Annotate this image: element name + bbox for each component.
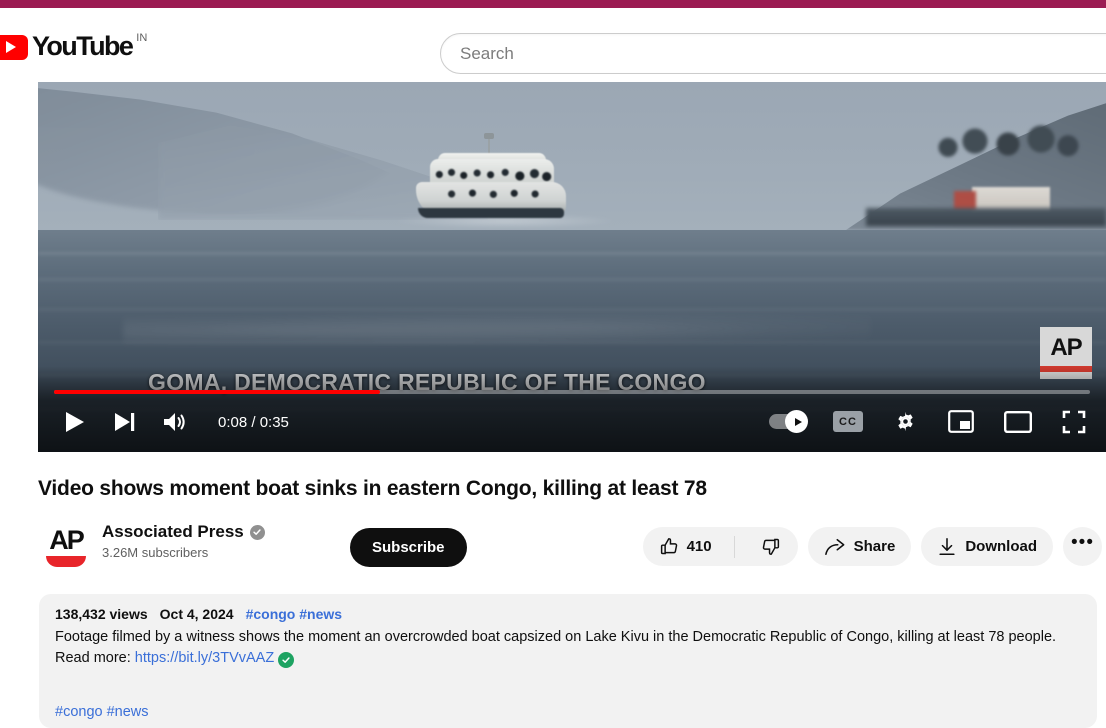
link-verified-icon — [278, 652, 295, 668]
verified-badge-icon — [249, 524, 265, 540]
view-count: 138,432 views — [55, 606, 148, 622]
masthead: YouTube IN — [0, 8, 1106, 78]
youtube-country-code: IN — [136, 32, 148, 44]
publish-date: Oct 4, 2024 — [159, 606, 234, 622]
video-trees-right — [930, 118, 1080, 160]
video-wave — [38, 341, 1106, 344]
search-input[interactable] — [460, 43, 1106, 64]
youtube-play-icon — [0, 35, 28, 60]
autoplay-toggle[interactable] — [769, 410, 808, 433]
thumbs-down-icon — [762, 538, 779, 555]
video-description-box[interactable]: 138,432 views Oct 4, 2024 #congo #news F… — [39, 594, 1097, 728]
description-line-1: Footage filmed by a witness shows the mo… — [55, 629, 894, 645]
share-icon — [824, 538, 845, 555]
description-body: Footage filmed by a witness shows the mo… — [55, 627, 1081, 669]
subscribe-button[interactable]: Subscribe — [350, 528, 467, 567]
channel-name[interactable]: Associated Press — [102, 522, 244, 542]
like-count: 410 — [686, 538, 712, 555]
captions-label: CC — [833, 411, 863, 432]
download-icon — [939, 537, 955, 555]
description-hashtags[interactable]: #congo #news — [55, 704, 149, 720]
video-boat — [410, 133, 582, 222]
time-display: 0:08 / 0:35 — [218, 413, 289, 431]
fullscreen-button[interactable] — [1062, 410, 1086, 434]
action-divider — [733, 535, 735, 558]
channel-avatar-text: AP — [49, 524, 84, 555]
boat-waterline — [418, 208, 564, 218]
captions-button[interactable]: CC — [833, 411, 863, 432]
description-meta: 138,432 views Oct 4, 2024 #congo #news — [55, 606, 1081, 622]
share-button[interactable]: Share — [807, 527, 912, 566]
progress-bar-played — [54, 390, 381, 394]
player-controls-left: 0:08 / 0:35 — [64, 410, 289, 434]
browser-accent-bar — [0, 0, 1106, 8]
youtube-logo[interactable]: YouTube IN — [0, 32, 147, 60]
owner-row: AP Associated Press 3.26M subscribers Su… — [38, 519, 1106, 575]
boat-passengers-lower — [440, 185, 556, 203]
channel-avatar-arc — [46, 555, 86, 567]
progress-bar[interactable] — [54, 390, 1090, 394]
play-button[interactable] — [64, 410, 86, 434]
settings-gear-icon[interactable] — [893, 409, 918, 434]
video-shore-right — [866, 208, 1106, 226]
download-button[interactable]: Download — [921, 527, 1053, 566]
youtube-logo-text: YouTube — [32, 31, 134, 61]
video-wave — [38, 278, 1106, 282]
like-button[interactable]: 410 — [643, 527, 726, 566]
thumbs-up-icon — [660, 538, 677, 555]
download-label: Download — [965, 538, 1037, 555]
channel-info: Associated Press 3.26M subscribers — [102, 522, 265, 560]
video-player[interactable]: AP GOMA, DEMOCRATIC REPUBLIC OF THE CONG… — [38, 82, 1106, 452]
subscriber-count: 3.26M subscribers — [102, 545, 209, 560]
description-meta-hashtags[interactable]: #congo #news — [246, 606, 342, 622]
description-link[interactable]: https://bit.ly/3TVvAAZ — [135, 650, 274, 666]
video-wave — [38, 252, 1106, 256]
channel-avatar[interactable]: AP — [40, 520, 92, 572]
search-box[interactable] — [440, 33, 1106, 74]
theater-mode-button[interactable] — [1004, 410, 1032, 433]
video-actions: 410 Share Download ••• — [642, 527, 1102, 566]
player-controls-right: CC — [769, 409, 1086, 434]
volume-button[interactable] — [162, 410, 188, 434]
video-water-glint — [123, 311, 872, 352]
share-label: Share — [853, 538, 896, 555]
miniplayer-button[interactable] — [948, 410, 974, 433]
dislike-button[interactable] — [743, 527, 798, 566]
more-actions-button[interactable]: ••• — [1063, 527, 1102, 566]
youtube-watch-page: YouTube IN Search AP 0:08 / 0:35 CC Vide… — [0, 0, 1106, 728]
like-dislike-group: 410 — [642, 527, 798, 566]
ap-watermark-text: AP — [1050, 334, 1082, 361]
video-wave — [38, 307, 1106, 311]
video-title: Video shows moment boat sinks in eastern… — [38, 477, 707, 500]
next-video-button[interactable] — [112, 410, 136, 434]
